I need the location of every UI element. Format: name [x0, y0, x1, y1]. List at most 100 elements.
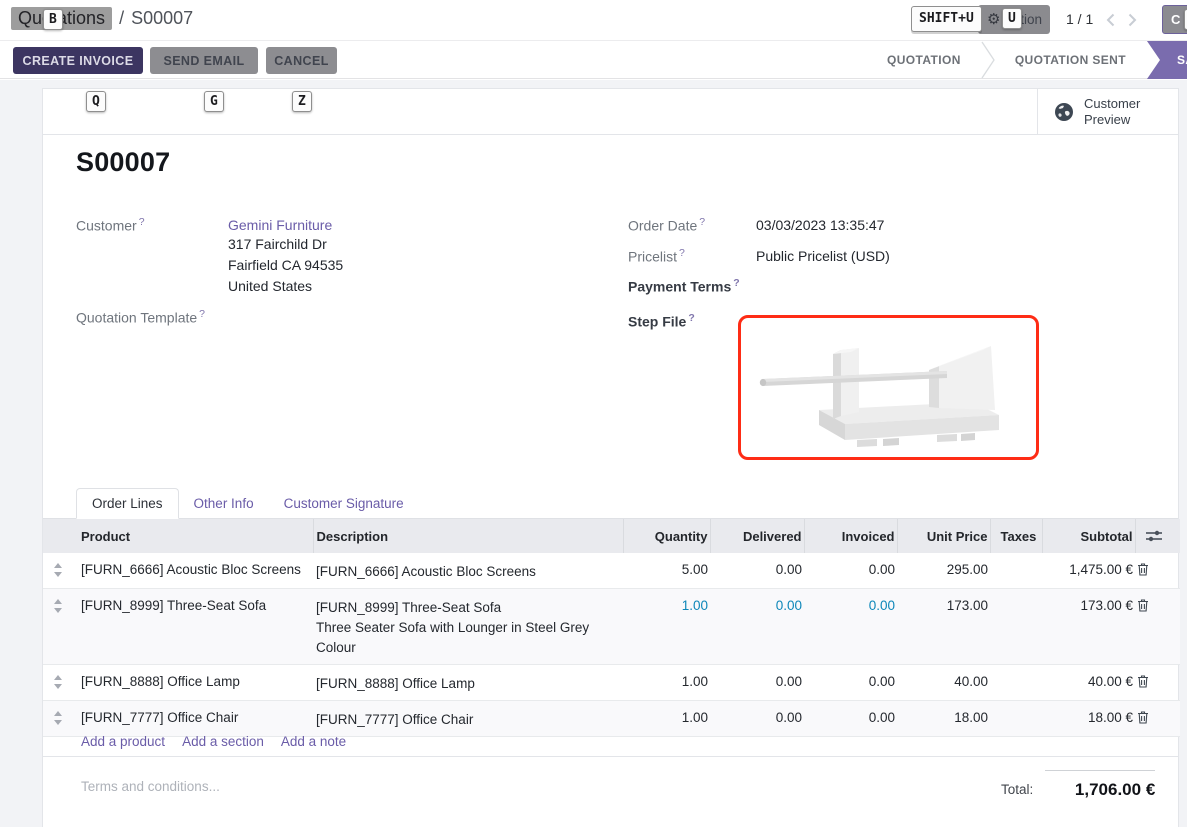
- breadcrumb-record-name: S00007: [131, 8, 193, 29]
- gear-icon: ⚙: [987, 12, 1000, 27]
- cell-product[interactable]: [FURN_8888] Office Lamp: [77, 665, 313, 701]
- order-date-field-value[interactable]: 03/03/2023 13:35:47: [756, 217, 884, 233]
- total-label: Total:: [1001, 782, 1033, 800]
- cancel-button[interactable]: CANCEL: [266, 47, 337, 74]
- help-icon: ?: [139, 216, 145, 228]
- column-header-product[interactable]: Product: [77, 519, 313, 553]
- cell-quantity[interactable]: 1.00: [623, 589, 710, 665]
- add-a-note-link[interactable]: Add a note: [281, 734, 346, 749]
- tab-order-lines[interactable]: Order Lines: [76, 488, 179, 519]
- cell-taxes[interactable]: [990, 589, 1042, 665]
- control-panel: CREATE INVOICE Q SEND EMAIL G CANCEL Z Q…: [0, 41, 1187, 79]
- column-header-taxes[interactable]: Taxes: [990, 519, 1042, 553]
- delete-row-button[interactable]: [1135, 589, 1180, 665]
- cell-delivered[interactable]: 0.00: [710, 553, 804, 589]
- step-file-3d-part: [741, 318, 1036, 457]
- column-header-quantity[interactable]: Quantity: [623, 519, 710, 553]
- tab-other-info[interactable]: Other Info: [179, 488, 269, 518]
- help-icon: ?: [688, 312, 694, 324]
- table-header-row: Product Description Quantity Delivered I…: [43, 519, 1180, 553]
- status-pipeline: QUOTATION QUOTATION SENT SALES ORDER: [868, 41, 1187, 79]
- customer-link: Gemini Furniture: [228, 217, 332, 233]
- delete-row-button[interactable]: [1135, 553, 1180, 589]
- stage-sales-order[interactable]: SALES ORDER: [1147, 41, 1187, 79]
- delete-row-button[interactable]: [1135, 665, 1180, 701]
- create-invoice-button[interactable]: CREATE INVOICE: [13, 47, 143, 74]
- customer-field-label: Customer?: [76, 216, 145, 234]
- table-row[interactable]: [FURN_6666] Acoustic Bloc Screens [FURN_…: [43, 553, 1180, 589]
- drag-handle-icon[interactable]: [43, 553, 77, 589]
- cell-delivered[interactable]: 0.00: [710, 589, 804, 665]
- table-row[interactable]: [FURN_8999] Three-Seat Sofa [FURN_8999] …: [43, 589, 1180, 665]
- column-header-invoiced[interactable]: Invoiced: [804, 519, 897, 553]
- stage-separator-icon: [980, 41, 996, 79]
- step-file-field-label: Step File?: [628, 312, 695, 330]
- notebook-tabs: Order Lines Other Info Customer Signatur…: [43, 488, 1178, 519]
- cell-subtotal: 173.00 €: [1042, 589, 1135, 665]
- globe-icon: [1054, 102, 1074, 122]
- sliders-icon: [1145, 530, 1163, 542]
- cell-subtotal: 1,475.00 €: [1042, 553, 1135, 589]
- customer-field-value[interactable]: Gemini Furniture 317 Fairchild Dr Fairfi…: [228, 217, 343, 297]
- column-header-subtotal[interactable]: Subtotal: [1042, 519, 1135, 553]
- cell-invoiced[interactable]: 0.00: [804, 589, 897, 665]
- pricelist-field-value[interactable]: Public Pricelist (USD): [756, 248, 890, 264]
- total-value: 1,706.00 €: [1045, 770, 1155, 800]
- cell-description[interactable]: [FURN_8888] Office Lamp: [313, 665, 623, 701]
- pager-previous-icon[interactable]: [1106, 13, 1115, 27]
- drag-handle-icon[interactable]: [43, 589, 77, 665]
- cell-taxes[interactable]: [990, 665, 1042, 701]
- pager-next-icon[interactable]: [1128, 13, 1137, 27]
- order-date-field-label: Order Date?: [628, 216, 705, 234]
- content-background: Customer Preview S00007 Customer? Gemini…: [0, 80, 1187, 827]
- quotation-template-field-label: Quotation Template?: [76, 308, 205, 326]
- optional-columns-button[interactable]: [1135, 519, 1180, 553]
- stage-quotation[interactable]: QUOTATION: [868, 41, 980, 79]
- top-navbar: Quotations / S00007 B SHIFT+U ⚙ Action U…: [0, 0, 1187, 41]
- list-footer-links: Add a product Add a section Add a note: [43, 727, 1178, 757]
- help-icon: ?: [733, 277, 739, 289]
- add-a-section-link[interactable]: Add a section: [182, 734, 264, 749]
- keyboard-hint-breadcrumb: B: [43, 9, 63, 30]
- cell-description[interactable]: [FURN_6666] Acoustic Bloc Screens: [313, 553, 623, 589]
- cell-unit-price[interactable]: 295.00: [897, 553, 990, 589]
- cell-description[interactable]: [FURN_8999] Three-Seat Sofa Three Seater…: [313, 589, 623, 665]
- cell-quantity[interactable]: 1.00: [623, 665, 710, 701]
- order-lines-table: Product Description Quantity Delivered I…: [43, 519, 1180, 737]
- add-a-product-link[interactable]: Add a product: [81, 734, 165, 749]
- column-header-delivered[interactable]: Delivered: [710, 519, 804, 553]
- cell-product[interactable]: [FURN_6666] Acoustic Bloc Screens: [77, 553, 313, 589]
- cell-taxes[interactable]: [990, 553, 1042, 589]
- help-icon: ?: [679, 247, 685, 259]
- edge-cut-button-label: C: [1171, 12, 1180, 27]
- terms-and-conditions-input[interactable]: Terms and conditions...: [81, 779, 220, 794]
- send-email-button[interactable]: SEND EMAIL: [150, 47, 258, 74]
- odoo-sales-order-page: Quotations / S00007 B SHIFT+U ⚙ Action U…: [0, 0, 1187, 827]
- cell-delivered[interactable]: 0.00: [710, 665, 804, 701]
- breadcrumb: Quotations / S00007: [11, 7, 193, 30]
- keyboard-hint-send-email: G: [204, 91, 224, 112]
- customer-preview-button[interactable]: Customer Preview: [1037, 89, 1178, 135]
- cell-invoiced[interactable]: 0.00: [804, 665, 897, 701]
- cell-product[interactable]: [FURN_8999] Three-Seat Sofa: [77, 589, 313, 665]
- cell-unit-price[interactable]: 40.00: [897, 665, 990, 701]
- keyboard-hint-action: U: [1002, 8, 1022, 29]
- cell-quantity[interactable]: 5.00: [623, 553, 710, 589]
- column-header-unit-price[interactable]: Unit Price: [897, 519, 990, 553]
- table-row[interactable]: [FURN_8888] Office Lamp [FURN_8888] Offi…: [43, 665, 1180, 701]
- help-icon: ?: [199, 308, 205, 320]
- customer-address: 317 Fairchild Dr Fairfield CA 94535 Unit…: [228, 234, 343, 297]
- payment-terms-field-label: Payment Terms?: [628, 277, 740, 295]
- edge-cut-button[interactable]: C: [1162, 5, 1187, 34]
- column-header-description[interactable]: Description: [313, 519, 623, 553]
- drag-handle-icon[interactable]: [43, 665, 77, 701]
- handle-column-header: [43, 519, 77, 553]
- stage-quotation-sent[interactable]: QUOTATION SENT: [996, 41, 1145, 79]
- form-sheet: Customer Preview S00007 Customer? Gemini…: [42, 88, 1179, 827]
- cell-unit-price[interactable]: 173.00: [897, 589, 990, 665]
- cell-invoiced[interactable]: 0.00: [804, 553, 897, 589]
- help-icon: ?: [699, 216, 705, 228]
- tab-customer-signature[interactable]: Customer Signature: [269, 488, 419, 518]
- customer-preview-label: Customer Preview: [1084, 96, 1140, 128]
- step-file-preview[interactable]: [738, 315, 1039, 460]
